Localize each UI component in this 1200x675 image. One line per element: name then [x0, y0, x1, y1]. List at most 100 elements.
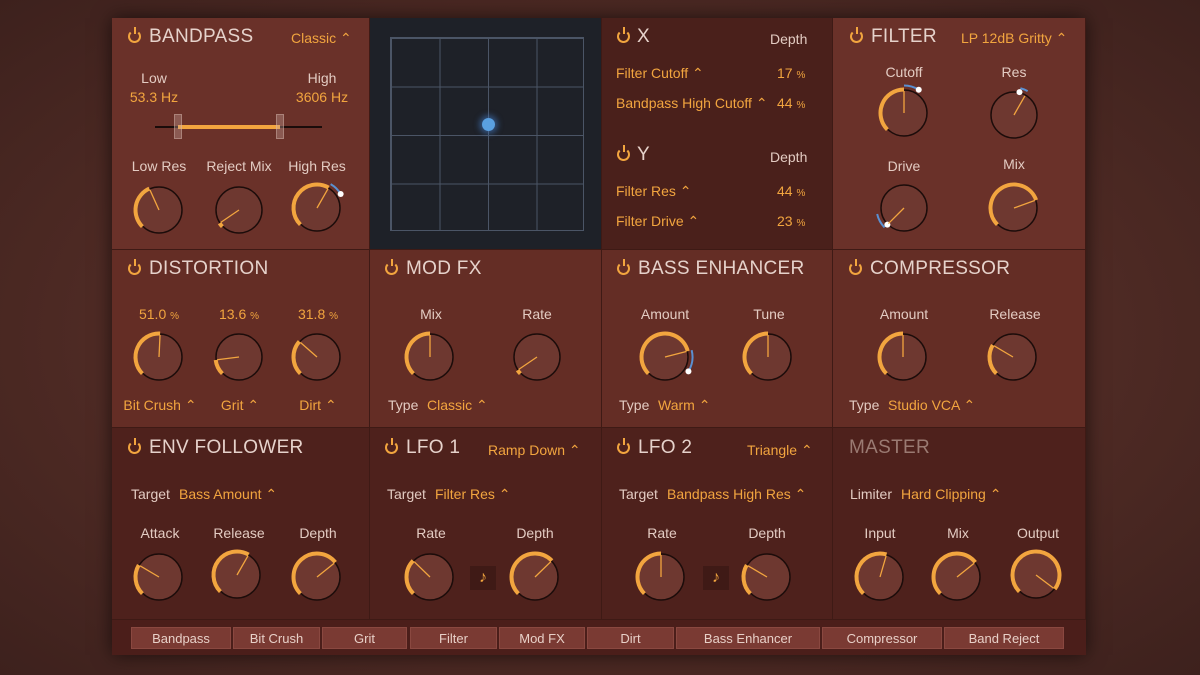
lfo2-depth-knob[interactable] — [737, 547, 797, 607]
env-depth-label: Depth — [299, 525, 337, 541]
order-item-band-reject[interactable]: Band Reject — [944, 627, 1064, 649]
attack-knob[interactable] — [129, 547, 189, 607]
order-item-bandpass[interactable]: Bandpass — [131, 627, 231, 649]
bandpass-mode-select[interactable]: Classic ⌃ — [291, 30, 352, 47]
env-target-select[interactable]: Bass Amount ⌃ — [179, 486, 277, 503]
order-item-grit[interactable]: Grit — [322, 627, 407, 649]
knob-modulation-dot — [915, 86, 922, 93]
y-depth-2[interactable]: 23 % — [777, 213, 805, 229]
bass-enhancer-power-icon[interactable] — [617, 259, 630, 275]
high-res-knob[interactable] — [287, 178, 347, 238]
x-target-2-select[interactable]: Bandpass High Cutoff ⌃ — [616, 95, 768, 112]
lfo2-title: LFO 2 — [638, 437, 693, 458]
lfo2-target-label: Target — [619, 486, 658, 502]
order-item-bass-enhancer[interactable]: Bass Enhancer — [676, 627, 820, 649]
lfo2-sync-note-icon[interactable]: ♪ — [703, 566, 729, 590]
compressor-power-icon[interactable] — [849, 259, 862, 275]
cutoff-label: Cutoff — [885, 64, 923, 80]
x-title: X — [637, 26, 650, 47]
filter-section — [833, 18, 1086, 250]
output-knob[interactable] — [1006, 545, 1066, 605]
order-item-filter[interactable]: Filter — [410, 627, 497, 649]
lfo2-power-icon[interactable] — [617, 438, 630, 454]
env-depth-knob[interactable] — [287, 547, 347, 607]
order-item-dirt[interactable]: Dirt — [587, 627, 674, 649]
knob-graphic — [990, 87, 1038, 139]
dirt-value: 31.8 % — [298, 306, 338, 322]
lfo1-shape-select[interactable]: Ramp Down ⌃ — [488, 442, 581, 459]
knob-graphic — [215, 186, 263, 234]
high-res-label: High Res — [288, 158, 346, 174]
lfo1-power-icon[interactable] — [385, 438, 398, 454]
value: 31.8 — [297, 306, 326, 322]
knob-graphic — [404, 553, 454, 601]
lfo1-depth-knob[interactable] — [505, 547, 565, 607]
lfo2-rate-knob[interactable] — [631, 547, 691, 607]
bit-crush-select[interactable]: Bit Crush ⌃ — [123, 397, 196, 414]
bass-enhancer-title: BASS ENHANCER — [638, 258, 805, 279]
lfo1-rate-knob[interactable] — [400, 547, 460, 607]
filter-mix-knob[interactable] — [984, 178, 1044, 238]
y-target-2-select[interactable]: Filter Drive ⌃ — [616, 213, 699, 230]
lfo2-shape-select[interactable]: Triangle ⌃ — [747, 442, 813, 459]
y-power-icon[interactable] — [617, 145, 630, 161]
comp-release-knob[interactable] — [983, 327, 1043, 387]
distortion-power-icon[interactable] — [128, 259, 141, 275]
x-target-1-select[interactable]: Filter Cutoff ⌃ — [616, 65, 704, 82]
unit: % — [250, 311, 260, 322]
limiter-select[interactable]: Hard Clipping ⌃ — [901, 486, 1001, 503]
bit-crush-knob[interactable] — [129, 327, 189, 387]
lfo1-sync-note-icon[interactable]: ♪ — [470, 566, 496, 590]
knob-graphic — [133, 553, 183, 601]
reject-mix-knob[interactable] — [209, 180, 269, 240]
knob-graphic — [635, 551, 685, 601]
res-knob[interactable] — [984, 85, 1044, 145]
drive-knob[interactable] — [874, 178, 934, 238]
lfo1-target-select[interactable]: Filter Res ⌃ — [435, 486, 511, 503]
bass-type-select[interactable]: Warm ⌃ — [658, 397, 710, 414]
x-depth-2[interactable]: 44 % — [777, 95, 805, 111]
cutoff-knob[interactable] — [874, 83, 934, 143]
limiter-label: Limiter — [850, 486, 893, 502]
bass-amount-label: Amount — [640, 306, 690, 322]
high-value: 3606 Hz — [295, 89, 349, 105]
comp-amount-knob[interactable] — [873, 327, 933, 387]
tune-knob[interactable] — [738, 327, 798, 387]
bass-amount-knob[interactable] — [635, 327, 695, 387]
mod-rate-knob[interactable] — [507, 327, 567, 387]
master-mix-knob[interactable] — [927, 547, 987, 607]
low-res-knob[interactable] — [129, 180, 189, 240]
grit-select[interactable]: Grit ⌃ — [221, 397, 259, 414]
xy-dot[interactable] — [482, 118, 495, 131]
filter-power-icon[interactable] — [850, 27, 863, 43]
mod-type-label: Type — [388, 397, 419, 413]
input-knob[interactable] — [850, 547, 910, 607]
mod-mix-knob[interactable] — [400, 327, 460, 387]
mod-fx-power-icon[interactable] — [385, 259, 398, 275]
dirt-knob[interactable] — [287, 327, 347, 387]
env-release-knob[interactable] — [207, 545, 267, 605]
bit-crush-value: 51.0 % — [139, 306, 179, 322]
low-handle[interactable] — [174, 114, 182, 139]
bandpass-power-icon[interactable] — [128, 27, 141, 43]
knob-graphic — [876, 184, 928, 232]
unit: % — [170, 311, 180, 322]
grit-knob[interactable] — [209, 327, 269, 387]
y-target-1-select[interactable]: Filter Res ⌃ — [616, 183, 692, 200]
env-power-icon[interactable] — [128, 438, 141, 454]
filter-mode-select[interactable]: LP 12dB Gritty ⌃ — [961, 30, 1067, 47]
x-depth-1[interactable]: 17 % — [777, 65, 805, 81]
lfo2-target-select[interactable]: Bandpass High Res ⌃ — [667, 486, 806, 503]
comp-type-select[interactable]: Studio VCA ⌃ — [888, 397, 975, 414]
order-item-compressor[interactable]: Compressor — [822, 627, 942, 649]
high-handle[interactable] — [276, 114, 284, 139]
xy-grid[interactable] — [390, 37, 584, 231]
x-depth-2-value: 44 — [777, 95, 793, 111]
x-power-icon[interactable] — [617, 27, 630, 43]
order-item-mod-fx[interactable]: Mod FX — [499, 627, 585, 649]
y-depth-1[interactable]: 44 % — [777, 183, 805, 199]
knob-graphic — [509, 551, 559, 601]
dirt-select[interactable]: Dirt ⌃ — [299, 397, 336, 414]
order-item-bit-crush[interactable]: Bit Crush — [233, 627, 320, 649]
mod-type-select[interactable]: Classic ⌃ — [427, 397, 488, 414]
